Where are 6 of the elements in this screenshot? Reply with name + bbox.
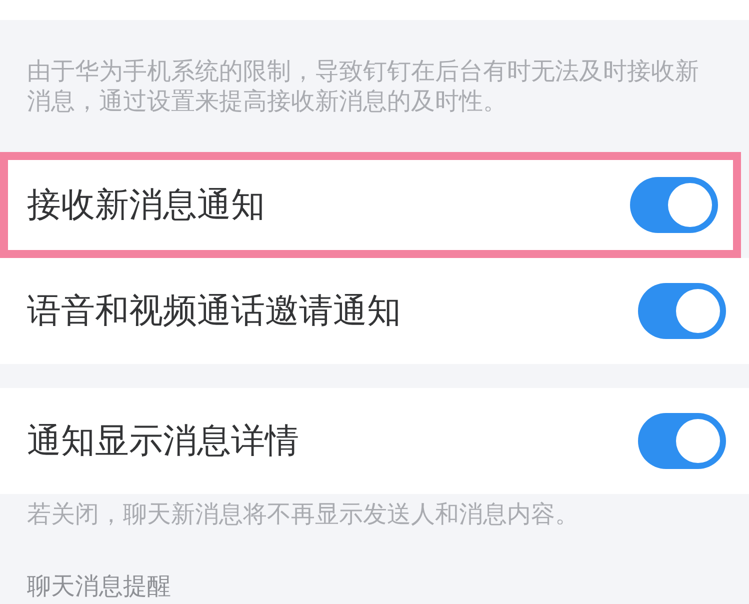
notice-text: 由于华为手机系统的限制，导致钉钉在后台有时无法及时接收新消息，通过设置来提高接收新消息的及时性。 (27, 56, 700, 116)
section-header: 聊天消息提醒 (27, 572, 172, 600)
setting-label: 语音和视频通话邀请通知 (27, 290, 401, 333)
setting-label: 接收新消息通知 (27, 184, 265, 227)
setting-label: 通知显示消息详情 (27, 420, 299, 463)
note-text: 若关闭，聊天新消息将不再显示发送人和消息内容。 (27, 499, 580, 529)
